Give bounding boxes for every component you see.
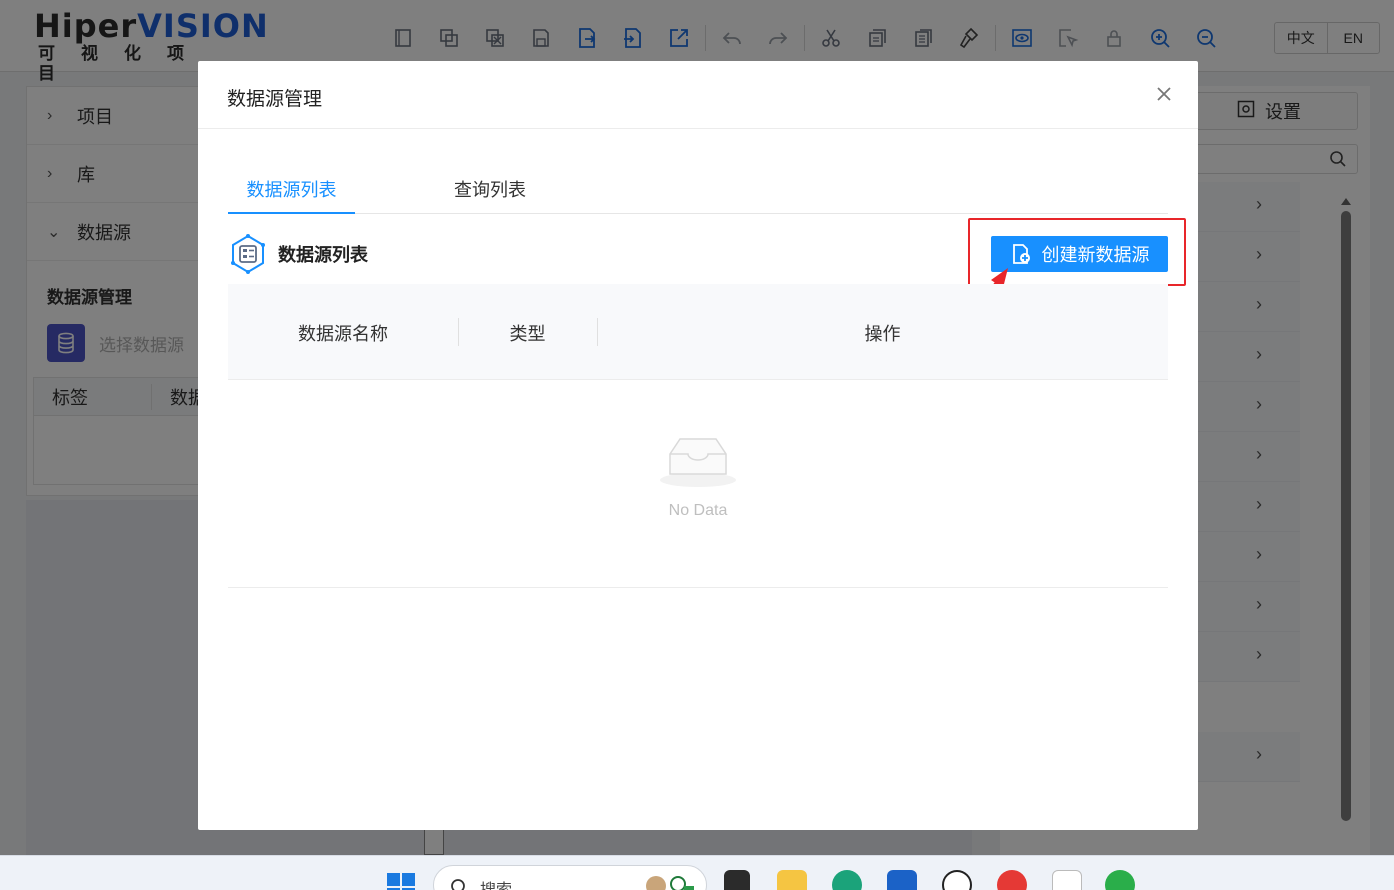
- typora-icon[interactable]: [1052, 870, 1082, 890]
- table-header: 数据源名称 类型 操作: [228, 284, 1168, 380]
- section-title: 数据源列表: [278, 245, 368, 265]
- empty-inbox-icon: [660, 438, 736, 487]
- datasource-table: 数据源名称 类型 操作 No Data: [228, 284, 1168, 588]
- datasource-management-dialog: 数据源管理 数据源列表 查询列表 数据源列表 创建新数据源 数据源名称 类型 操…: [198, 61, 1198, 830]
- search-icon: [450, 878, 468, 890]
- column-header-actions: 操作: [864, 324, 901, 344]
- tab-query-list[interactable]: 查询列表: [452, 171, 528, 214]
- empty-text: No Data: [668, 502, 728, 519]
- file-explorer-icon[interactable]: [777, 870, 807, 890]
- wechat-icon[interactable]: [1105, 870, 1135, 890]
- chrome-icon[interactable]: [997, 870, 1027, 890]
- dialog-title: 数据源管理: [227, 89, 323, 110]
- windows-start-icon[interactable]: [386, 872, 416, 890]
- store-icon[interactable]: [887, 870, 917, 890]
- search-highlight-icon: [646, 876, 694, 890]
- taskbar: 搜索: [0, 855, 1394, 890]
- taskbar-search[interactable]: 搜索: [433, 865, 707, 890]
- datasource-list-icon: [228, 233, 268, 275]
- dell-icon[interactable]: [942, 870, 972, 890]
- section-header: 数据源列表: [228, 233, 368, 275]
- dialog-tabs: 数据源列表 查询列表: [228, 171, 1168, 214]
- empty-state: No Data: [228, 434, 1168, 520]
- close-icon[interactable]: [1153, 83, 1175, 105]
- tab-datasource-list[interactable]: 数据源列表: [228, 171, 355, 214]
- dialog-header: 数据源管理: [198, 61, 1198, 129]
- edge-browser-icon[interactable]: [832, 870, 862, 890]
- taskview-icon[interactable]: [724, 870, 750, 890]
- column-header-type: 类型: [509, 324, 546, 344]
- taskbar-search-label: 搜索: [480, 876, 512, 890]
- column-header-name: 数据源名称: [298, 324, 388, 344]
